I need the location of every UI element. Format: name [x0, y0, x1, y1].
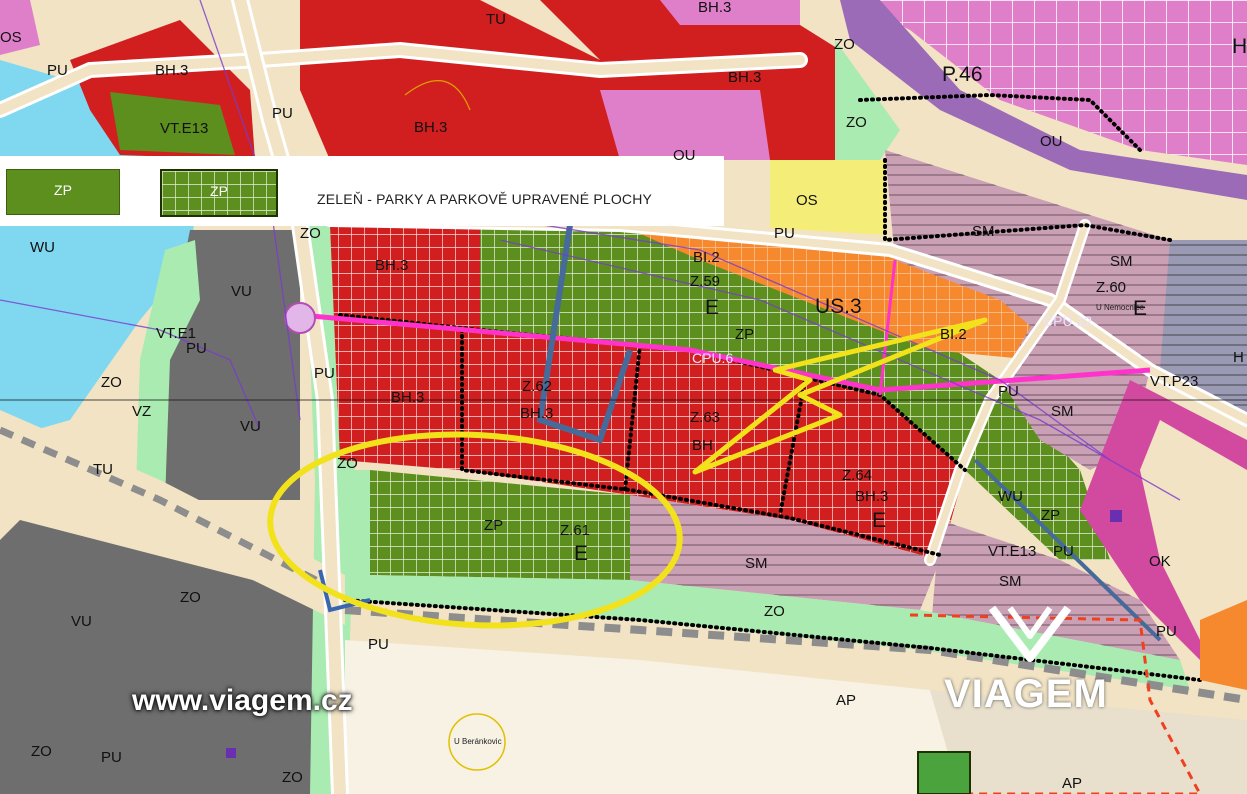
map-label: SM	[1051, 403, 1074, 420]
map-label: PU	[272, 105, 293, 122]
map-label: SM	[999, 573, 1022, 590]
map-legend: ZP ZP ZELEŇ - PARKY A PARKOVĚ UPRAVENÉ P…	[0, 156, 724, 226]
map-label: PU	[1053, 543, 1074, 560]
map-label: AP	[1062, 775, 1083, 792]
map-label: CPU.12	[1043, 313, 1093, 329]
map-label: Z.63	[690, 409, 721, 426]
map-label: BI.2	[693, 249, 720, 266]
map-label: ZO	[834, 36, 855, 53]
map-label: E	[574, 542, 589, 565]
map-label: Z.59	[690, 273, 721, 290]
map-label: H	[1233, 349, 1244, 366]
legend-swatch-zp-grid: ZP	[160, 169, 278, 217]
map-label: PU	[314, 365, 335, 382]
map-label: E	[705, 296, 720, 319]
map-label: OS	[0, 29, 22, 46]
map-label: OK	[1149, 553, 1171, 570]
map-label: VU	[71, 613, 92, 630]
zoning-map[interactable]: ZP ZP ZELEŇ - PARKY A PARKOVĚ UPRAVENÉ P…	[0, 0, 1247, 794]
map-label: ZP	[1041, 507, 1061, 524]
watermark-url: www.viagem.cz	[132, 684, 353, 717]
map-label: AP	[836, 692, 857, 709]
map-label: BH.3	[520, 405, 554, 422]
map-label: ZP	[735, 326, 755, 343]
map-label: CPU.6	[692, 350, 734, 366]
map-label: ZO	[180, 589, 201, 606]
map-label: BH.3	[728, 69, 762, 86]
map-label: VT.E13	[988, 543, 1037, 560]
map-label: SM	[1110, 253, 1133, 270]
map-label: VT.P23	[1150, 373, 1199, 390]
map-label: OU	[673, 147, 696, 164]
map-label: Z.64	[842, 467, 873, 484]
map-label: ZO	[300, 225, 321, 242]
map-label: SM	[745, 555, 768, 572]
map-label: PU	[186, 340, 207, 357]
map-label: VU	[231, 283, 252, 300]
map-label: OS	[796, 192, 818, 209]
map-label: ZO	[337, 455, 358, 472]
legend-code-solid: ZP	[54, 182, 72, 198]
map-label: PU	[101, 749, 122, 766]
map-label: Z.61	[560, 522, 591, 539]
map-label: ZP	[484, 517, 504, 534]
map-label: P.46	[942, 63, 983, 86]
legend-description: ZELEŇ - PARKY A PARKOVĚ UPRAVENÉ PLOCHY	[317, 191, 653, 207]
map-label: ZO	[846, 114, 867, 131]
map-label: TU	[93, 461, 113, 478]
map-label: ZO	[101, 374, 122, 391]
map-label: BH.3	[855, 488, 889, 505]
map-label: US.3	[815, 295, 862, 318]
map-label: PU	[368, 636, 389, 653]
map-label: BH.3	[414, 119, 448, 136]
map-label: ZO	[764, 603, 785, 620]
map-label: PU	[998, 383, 1019, 400]
legend-code-grid: ZP	[210, 183, 228, 199]
map-label: BI.2	[940, 326, 967, 343]
map-label: VT.E13	[160, 120, 209, 137]
map-label: Z.60	[1096, 279, 1127, 296]
map-label: VT.E1	[156, 325, 197, 342]
map-label: BH.3	[155, 62, 189, 79]
street-label: U Nemocnice	[1096, 303, 1145, 312]
map-label: WU	[30, 239, 55, 256]
map-label: BH	[692, 437, 713, 454]
map-label: PU	[47, 62, 68, 79]
map-label: PU	[774, 225, 795, 242]
map-label: BH.3	[375, 257, 409, 274]
map-label: H	[1232, 35, 1247, 58]
map-label: SM	[972, 223, 995, 240]
map-label: VZ	[132, 403, 152, 420]
legend-swatch-zp-solid: ZP	[6, 169, 120, 215]
map-label: VU	[240, 418, 261, 435]
map-label: WU	[998, 488, 1023, 505]
map-label: PU	[1156, 623, 1177, 640]
map-label: ZO	[31, 743, 52, 760]
map-label: ZO	[282, 769, 303, 786]
watermark-brand: VIAGEM	[944, 672, 1108, 716]
map-label: Z.62	[522, 378, 553, 395]
viagem-logo-icon	[988, 605, 1072, 662]
map-label: BH.3	[391, 389, 425, 406]
map-label: E	[872, 509, 887, 532]
map-label: TU	[486, 11, 506, 28]
street-label: U Beránkovic	[454, 737, 502, 746]
map-label: BH.3	[698, 0, 732, 16]
map-label: OU	[1040, 133, 1063, 150]
